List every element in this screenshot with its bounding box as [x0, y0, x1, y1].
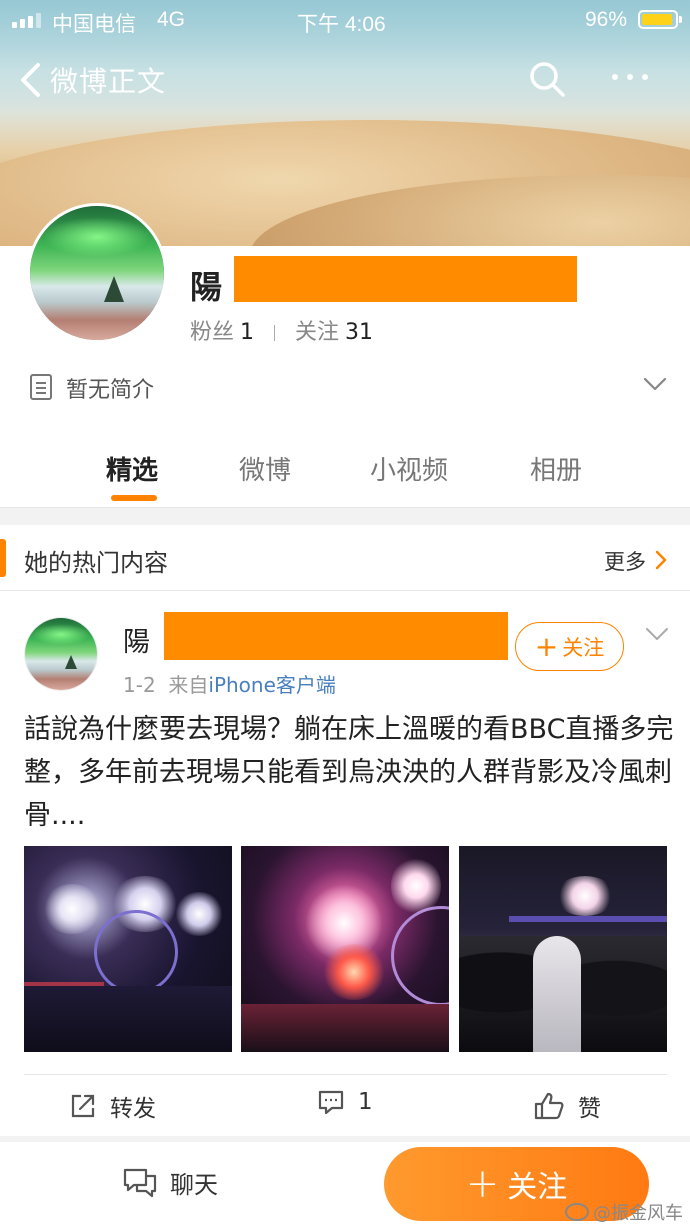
- thumbs-up-icon: [534, 1092, 564, 1120]
- plus-icon: +: [534, 629, 559, 663]
- tab-albums[interactable]: 相册: [530, 450, 582, 487]
- comment-count: 1: [358, 1089, 373, 1115]
- more-link[interactable]: 更多: [604, 546, 646, 576]
- weibo-watermark: @振金风车: [565, 1199, 683, 1225]
- chat-icon: [123, 1168, 157, 1197]
- post-source[interactable]: iPhone客户端: [208, 673, 336, 697]
- nav-bar: 微博正文: [0, 50, 690, 110]
- section-title: 她的热门内容: [24, 549, 168, 577]
- like-label: 赞: [578, 1096, 601, 1122]
- fans-stat[interactable]: 粉丝 1: [190, 320, 254, 345]
- post-photo[interactable]: [241, 846, 449, 1052]
- post-meta: 1-2 来自iPhone客户端: [123, 669, 336, 698]
- search-icon[interactable]: [528, 60, 566, 98]
- post-date: 1-2: [123, 673, 156, 697]
- redaction-box: [164, 612, 508, 660]
- clock: 下午 4:06: [297, 13, 386, 36]
- weibo-logo-icon: [565, 1203, 589, 1221]
- like-button[interactable]: 赞: [534, 1089, 601, 1123]
- network-label: 4G: [157, 8, 186, 31]
- section-marker: [0, 539, 6, 577]
- share-icon: [71, 1094, 95, 1118]
- post-author-avatar[interactable]: [24, 617, 98, 691]
- fans-label: 粉丝: [190, 320, 235, 345]
- tab-weibo[interactable]: 微博: [239, 450, 291, 487]
- carrier-label: 中国电信: [52, 13, 136, 36]
- follow-button[interactable]: + 关注: [515, 622, 624, 671]
- post-action-bar: 转发 1 赞: [24, 1074, 667, 1136]
- divider: [274, 325, 276, 341]
- comment-button[interactable]: 1: [318, 1089, 373, 1115]
- follow-label: 关注: [562, 635, 605, 660]
- comment-icon: [318, 1090, 344, 1115]
- following-label: 关注: [295, 320, 340, 345]
- signal-icon: [12, 12, 41, 28]
- repost-label: 转发: [110, 1096, 156, 1122]
- tab-featured[interactable]: 精选: [106, 450, 158, 487]
- post-photo[interactable]: [24, 846, 232, 1052]
- chevron-down-icon[interactable]: [643, 374, 667, 394]
- plus-icon: +: [465, 1161, 500, 1207]
- tab-indicator: [111, 495, 157, 501]
- document-icon: [30, 374, 52, 400]
- bio-row[interactable]: 暂无简介: [28, 370, 668, 404]
- follow-label: 关注: [507, 1170, 568, 1205]
- page-title[interactable]: 微博正文: [50, 60, 166, 100]
- battery-percent: 96%: [585, 8, 628, 31]
- following-count: 31: [345, 320, 374, 345]
- more-horizontal-icon[interactable]: [612, 74, 648, 80]
- bio-text: 暂无简介: [66, 378, 155, 403]
- photo-grid: [24, 846, 667, 1052]
- post-photo[interactable]: [459, 846, 667, 1052]
- tab-videos[interactable]: 小视频: [370, 450, 448, 487]
- profile-name: 陽: [190, 268, 223, 306]
- profile-tabs: 精选 微博 小视频 相册: [0, 442, 690, 502]
- fans-count: 1: [240, 320, 255, 345]
- repost-button[interactable]: 转发: [70, 1089, 156, 1123]
- redaction-box: [234, 256, 577, 302]
- hot-content-header: 她的热门内容 更多: [0, 525, 690, 591]
- post-author-name[interactable]: 陽: [123, 620, 150, 659]
- source-prefix: 来自: [168, 673, 209, 697]
- chat-button[interactable]: 聊天: [122, 1165, 218, 1200]
- chevron-right-icon[interactable]: [655, 550, 667, 570]
- chat-label: 聊天: [170, 1171, 218, 1199]
- status-bar: 中国电信 4G 下午 4:06 96%: [0, 0, 690, 40]
- watermark-text: @振金风车: [593, 1203, 683, 1224]
- following-stat[interactable]: 关注 31: [295, 320, 373, 345]
- section-divider: [0, 507, 690, 525]
- profile-stats: 粉丝 1 关注 31: [190, 314, 373, 346]
- chevron-down-icon[interactable]: [645, 626, 669, 642]
- avatar[interactable]: [27, 203, 167, 343]
- chevron-left-icon[interactable]: [18, 62, 44, 98]
- bottom-action-bar: 聊天 + 关注 @振金风车: [0, 1142, 690, 1227]
- post-text: 話說為什麼要去現場？躺在床上溫暖的看BBC直播多完整，多年前去現場只能看到烏泱泱…: [24, 714, 674, 831]
- battery-icon: [638, 10, 682, 29]
